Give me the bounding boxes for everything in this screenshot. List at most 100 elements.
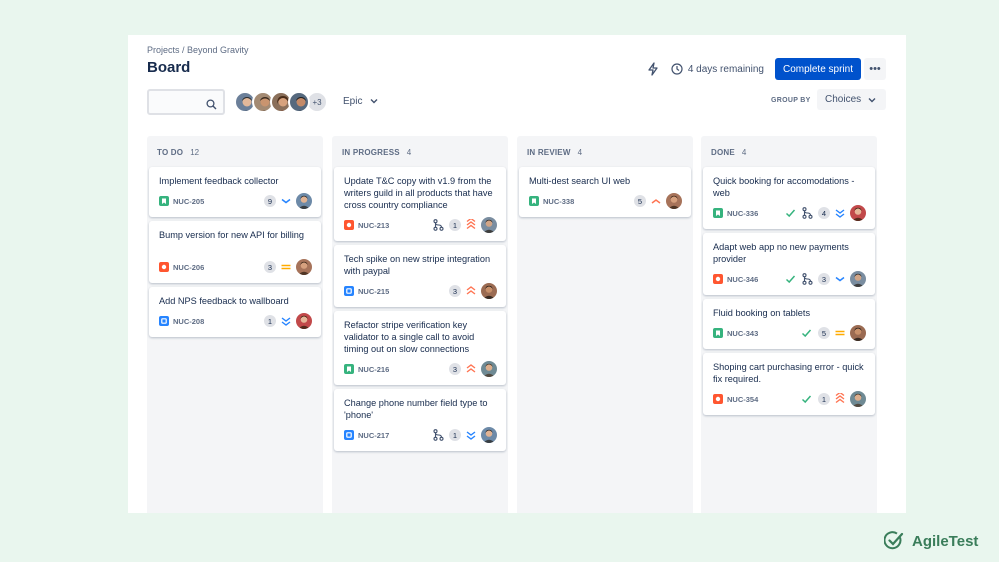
story-type-icon	[159, 196, 169, 206]
issue-card[interactable]: Tech spike on new stripe integration wit…	[334, 245, 506, 307]
issue-card[interactable]: Shoping cart purchasing error - quick fi…	[703, 353, 875, 415]
issue-card[interactable]: Update T&C copy with v1.9 from the write…	[334, 167, 506, 241]
highest-priority-icon	[465, 219, 477, 231]
pull-request-icon	[433, 219, 444, 231]
card-footer: NUC-213 1	[344, 217, 497, 233]
column-count: 4	[741, 148, 747, 157]
assignee-avatar[interactable]	[850, 205, 866, 221]
assignee-avatar[interactable]	[481, 283, 497, 299]
issue-key[interactable]: NUC-343	[727, 329, 758, 338]
issue-card[interactable]: Refactor stripe verification key validat…	[334, 311, 506, 385]
assignee-avatar[interactable]	[850, 271, 866, 287]
story-points: 3	[264, 261, 276, 273]
assignee-filter: +3	[234, 91, 328, 113]
chevron-down-icon	[868, 95, 876, 106]
assignee-avatar[interactable]	[481, 217, 497, 233]
column-header: DONE 4	[711, 148, 746, 157]
card-footer: NUC-205 9	[159, 193, 312, 209]
column-title: DONE	[711, 148, 735, 157]
issue-key[interactable]: NUC-338	[543, 197, 574, 206]
column-header: TO DO 12	[157, 148, 199, 157]
card-footer: NUC-343 5	[713, 325, 866, 341]
card-title: Multi-dest search UI web	[529, 176, 631, 186]
assignee-avatar[interactable]	[296, 313, 312, 329]
breadcrumb[interactable]: Projects / Beyond Gravity	[147, 45, 249, 55]
card-footer: NUC-215 3	[344, 283, 497, 299]
story-type-icon	[344, 364, 354, 374]
bug-type-icon	[713, 274, 723, 284]
board-column: DONE 4 Quick booking for accomodations - w…	[701, 136, 877, 513]
card-footer: NUC-354 1	[713, 391, 866, 407]
bug-type-icon	[159, 262, 169, 272]
assignee-avatar[interactable]	[481, 427, 497, 443]
lightning-icon[interactable]	[647, 62, 661, 76]
avatar[interactable]	[288, 91, 310, 113]
issue-key[interactable]: NUC-336	[727, 209, 758, 218]
issue-key[interactable]: NUC-354	[727, 395, 758, 404]
issue-key[interactable]: NUC-206	[173, 263, 204, 272]
column-title: IN PROGRESS	[342, 148, 400, 157]
issue-key[interactable]: NUC-215	[358, 287, 389, 296]
assignee-avatar[interactable]	[481, 361, 497, 377]
card-title: Quick booking for accomodations - web	[713, 176, 855, 198]
column-count: 4	[577, 148, 583, 157]
issue-card[interactable]: Bump version for new API for billing NUC-…	[149, 221, 321, 283]
column-title: TO DO	[157, 148, 184, 157]
card-title: Bump version for new API for billing	[159, 230, 305, 240]
story-points: 5	[634, 195, 646, 207]
assignee-avatar[interactable]	[666, 193, 682, 209]
lowest-priority-icon	[465, 429, 477, 441]
highest-priority-icon	[834, 393, 846, 405]
card-footer: NUC-336 4	[713, 205, 866, 221]
issue-key[interactable]: NUC-208	[173, 317, 204, 326]
groupby-select[interactable]: Choices	[817, 89, 886, 110]
column-title: IN REVIEW	[527, 148, 571, 157]
issue-key[interactable]: NUC-213	[358, 221, 389, 230]
story-type-icon	[713, 328, 723, 338]
issue-card[interactable]: Fluid booking on tablets NUC-343 5	[703, 299, 875, 349]
column-count: 4	[406, 148, 412, 157]
card-title: Change phone number field type to 'phone…	[344, 398, 488, 420]
assignee-avatar[interactable]	[296, 193, 312, 209]
issue-key[interactable]: NUC-216	[358, 365, 389, 374]
chevron-down-icon	[370, 96, 378, 107]
card-footer: NUC-216 3	[344, 361, 497, 377]
story-points: 9	[264, 195, 276, 207]
issue-card[interactable]: Multi-dest search UI web NUC-338 5	[519, 167, 691, 217]
issue-key[interactable]: NUC-205	[173, 197, 204, 206]
issue-card[interactable]: Implement feedback collector NUC-205 9	[149, 167, 321, 217]
card-footer: NUC-346 3	[713, 271, 866, 287]
complete-sprint-button[interactable]: Complete sprint	[774, 58, 861, 80]
story-points: 3	[449, 285, 461, 297]
issue-card[interactable]: Change phone number field type to 'phone…	[334, 389, 506, 451]
more-actions-button[interactable]: •••	[864, 58, 886, 80]
card-title: Adapt web app no new payments provider	[713, 242, 849, 264]
assignee-avatar[interactable]	[296, 259, 312, 275]
epic-filter[interactable]: Epic	[343, 96, 378, 107]
days-remaining: 4 days remaining	[687, 63, 764, 75]
assignee-avatar[interactable]	[850, 391, 866, 407]
lowest-priority-icon	[834, 207, 846, 219]
brand: AgileTest	[883, 531, 978, 551]
issue-card[interactable]: Add NPS feedback to wallboard NUC-208 1	[149, 287, 321, 337]
assignee-avatar[interactable]	[850, 325, 866, 341]
search-input[interactable]	[147, 89, 225, 115]
high-priority-icon	[465, 363, 477, 375]
issue-card[interactable]: Quick booking for accomodations - web NUC…	[703, 167, 875, 229]
task-type-icon	[344, 430, 354, 440]
card-footer: NUC-208 1	[159, 313, 312, 329]
issue-key[interactable]: NUC-217	[358, 431, 389, 440]
issue-card[interactable]: Adapt web app no new payments provider NU…	[703, 233, 875, 295]
issue-key[interactable]: NUC-346	[727, 275, 758, 284]
up-priority-icon	[650, 195, 662, 207]
sprint-controls: 4 days remaining Complete sprint •••	[647, 58, 886, 80]
card-title: Refactor stripe verification key validat…	[344, 320, 475, 354]
story-points: 5	[818, 327, 830, 339]
card-title: Shoping cart purchasing error - quick fi…	[713, 362, 864, 384]
page-title: Board	[147, 59, 191, 76]
medium-priority-icon	[280, 261, 292, 273]
column-header: IN PROGRESS 4	[342, 148, 411, 157]
groupby-value: Choices	[825, 94, 862, 105]
agiletest-logo-icon	[883, 531, 904, 551]
column-header: IN REVIEW 4	[527, 148, 582, 157]
